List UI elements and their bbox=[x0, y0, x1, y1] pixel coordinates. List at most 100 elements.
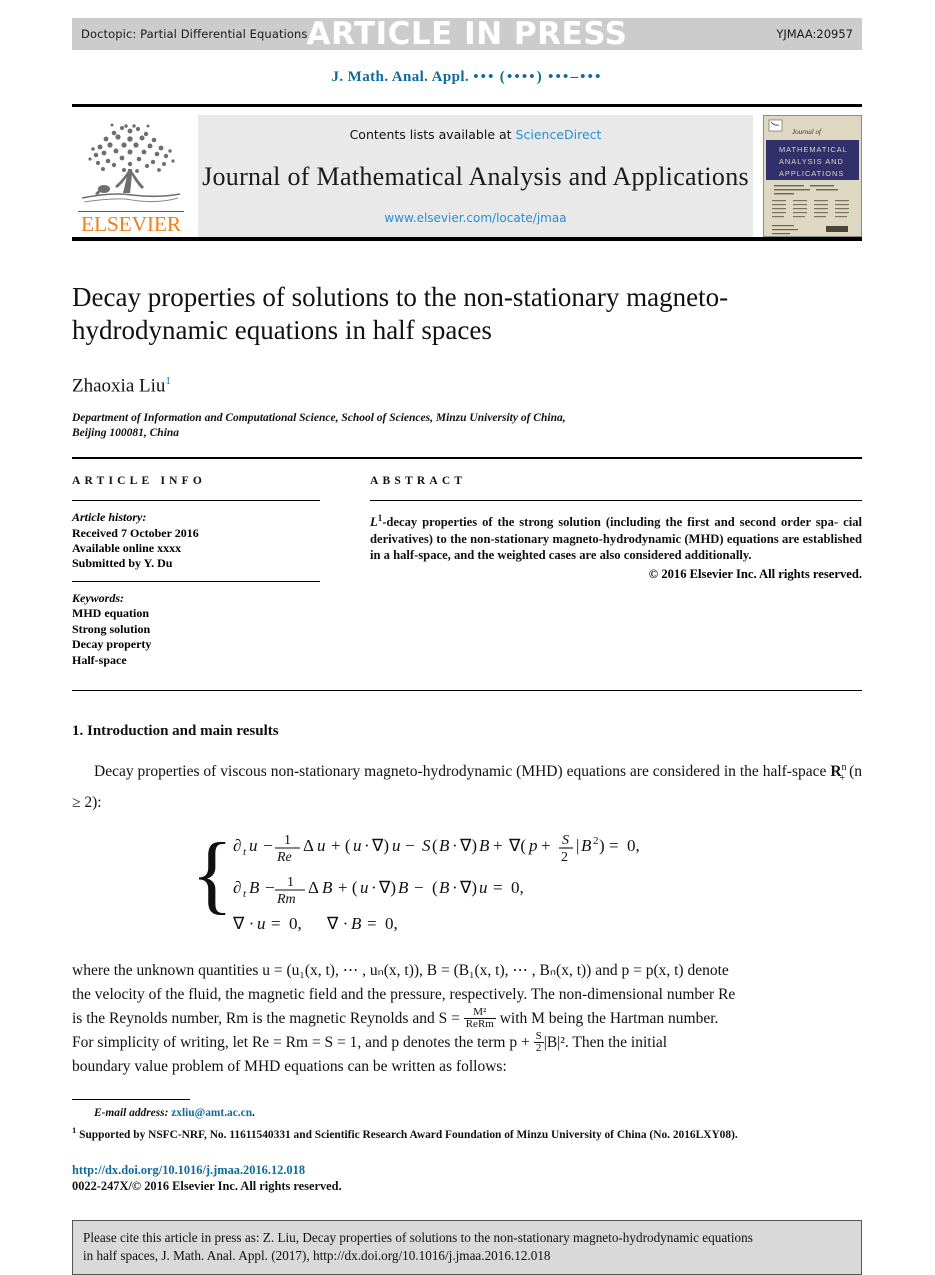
support-footnote-line-2: 2016LXY08). bbox=[672, 1129, 738, 1142]
email-period: . bbox=[252, 1107, 255, 1120]
intro-paragraph-2: where the unknown quantities u = (u₁(x, … bbox=[72, 959, 862, 1079]
svg-text:0,: 0, bbox=[511, 878, 524, 897]
journal-citation-line: J. Math. Anal. Appl. ••• (••••) •••–••• bbox=[72, 69, 862, 86]
volume-placeholder: ••• bbox=[473, 69, 496, 85]
article-info-heading: ARTICLE INFO bbox=[72, 474, 207, 487]
intro-p2-line-3a: is the Reynolds number, Rm is the magnet… bbox=[72, 1009, 464, 1027]
support-footnote-marker: 1 bbox=[72, 1125, 77, 1136]
section-heading-introduction: 1. Introduction and main results bbox=[72, 723, 279, 740]
S-fraction-denominator: ReRm bbox=[465, 1017, 494, 1030]
svg-text:=: = bbox=[271, 914, 281, 933]
svg-text:): ) bbox=[599, 836, 605, 855]
svg-text:Rm: Rm bbox=[276, 892, 296, 907]
body-top-rule bbox=[72, 689, 862, 692]
intro-p2-line-3: is the Reynolds number, Rm is the magnet… bbox=[72, 1006, 862, 1031]
elsevier-wordmark: ELSEVIER bbox=[78, 211, 184, 235]
svg-text:=: = bbox=[493, 878, 503, 897]
journal-title: Journal of Mathematical Analysis and App… bbox=[202, 161, 749, 191]
mhd-equation-system: { ∂ t u − 1 Re Δ u + ( u · ∇) u − S ( B bbox=[72, 825, 862, 943]
svg-text:0,: 0, bbox=[289, 914, 302, 933]
svg-text:MATHEMATICAL: MATHEMATICAL bbox=[779, 145, 848, 154]
intro-p2-line-2: the velocity of the fluid, the magnetic … bbox=[72, 985, 736, 1003]
running-head-bar: Doctopic: Partial Differential Equations… bbox=[72, 18, 862, 50]
svg-text:2: 2 bbox=[561, 850, 568, 865]
svg-text:|: | bbox=[576, 836, 579, 855]
svg-text:Δ: Δ bbox=[303, 836, 314, 855]
support-footnote: 1 Supported by NSFC-NRF, No. 11611540331… bbox=[72, 1123, 862, 1143]
svg-text:∇): ∇) bbox=[371, 836, 389, 855]
intro-paragraph-1: Decay properties of viscous non-stationa… bbox=[72, 762, 862, 811]
doi-link[interactable]: http://dx.doi.org/10.1016/j.jmaa.2016.12… bbox=[72, 1163, 862, 1178]
journal-homepage-link[interactable]: www.elsevier.com/locate/jmaa bbox=[198, 211, 753, 225]
issn-copyright: 0022-247X/© 2016 Elsevier Inc. All right… bbox=[72, 1179, 342, 1194]
journal-cover-thumbnail: Journal of MATHEMATICAL ANALYSIS AND APP… bbox=[763, 115, 862, 237]
svg-text:∇): ∇) bbox=[459, 836, 477, 855]
abstract-heading: ABSTRACT bbox=[370, 474, 467, 487]
author-footnote-marker[interactable]: 1 bbox=[165, 375, 171, 387]
svg-text:p: p bbox=[528, 836, 538, 855]
svg-text:B: B bbox=[479, 836, 490, 855]
S2-fraction-numerator: S bbox=[533, 1029, 544, 1043]
svg-text:u: u bbox=[257, 914, 266, 933]
svg-text:2: 2 bbox=[593, 835, 599, 847]
page-title: Decay properties of solutions to the non… bbox=[72, 282, 729, 345]
footnote-separator-rule bbox=[72, 1098, 190, 1101]
abstract-column: ABSTRACT L1-decay properties of the stro… bbox=[370, 475, 862, 668]
svg-text:B: B bbox=[398, 878, 409, 897]
svg-text:(: ( bbox=[432, 836, 438, 855]
svg-text:APPLICATIONS: APPLICATIONS bbox=[779, 169, 844, 178]
affiliation-line-1: Department of Information and Computatio… bbox=[72, 412, 566, 425]
journal-abbrev: J. Math. Anal. Appl. bbox=[331, 69, 470, 85]
svg-text:=: = bbox=[609, 836, 619, 855]
intro-p2-line-4b: |B|². Then the initial bbox=[543, 1033, 668, 1051]
svg-text:(: ( bbox=[432, 878, 438, 897]
svg-text:+: + bbox=[541, 836, 551, 855]
keywords-block: Keywords: MHD equation Strong solution D… bbox=[72, 591, 320, 668]
elsevier-logo: ELSEVIER bbox=[72, 115, 190, 237]
svg-text:−: − bbox=[265, 878, 275, 897]
svg-text:=: = bbox=[367, 914, 377, 933]
svg-text:B: B bbox=[322, 878, 333, 897]
masthead-center-panel: Contents lists available at ScienceDirec… bbox=[198, 115, 753, 237]
svg-text:B: B bbox=[439, 878, 450, 897]
svg-text:0,: 0, bbox=[385, 914, 398, 933]
svg-text:B: B bbox=[351, 914, 362, 933]
svg-text:S: S bbox=[422, 836, 431, 855]
svg-text:B: B bbox=[581, 836, 592, 855]
svg-text:u: u bbox=[360, 878, 369, 897]
svg-text:0,: 0, bbox=[627, 836, 640, 855]
svg-text:u: u bbox=[317, 836, 326, 855]
svg-text:t: t bbox=[243, 888, 247, 900]
email-link[interactable]: zxliu@amt.ac.cn bbox=[171, 1107, 252, 1119]
svg-text:S: S bbox=[562, 833, 569, 848]
svg-text:Re: Re bbox=[276, 850, 292, 865]
intro-p2-line-4a: For simplicity of writing, let Re = Rm =… bbox=[72, 1033, 534, 1051]
article-history-block: Article history: Received 7 October 2016… bbox=[72, 510, 320, 572]
submitted-by: Submitted by Y. Du bbox=[72, 556, 173, 571]
mhd-equations-svg: { ∂ t u − 1 Re Δ u + ( u · ∇) u − S ( B bbox=[191, 826, 640, 933]
svg-text:∇ ·: ∇ · bbox=[232, 914, 254, 933]
svg-text:B: B bbox=[249, 878, 260, 897]
sciencedirect-link[interactable]: ScienceDirect bbox=[516, 127, 602, 142]
svg-text:Δ: Δ bbox=[308, 878, 319, 897]
svg-text:u: u bbox=[392, 836, 401, 855]
svg-text:+ (: + ( bbox=[331, 836, 351, 855]
svg-text:·: · bbox=[364, 836, 370, 855]
svg-text:∇ ·: ∇ · bbox=[326, 914, 348, 933]
svg-text:∂: ∂ bbox=[233, 878, 241, 897]
support-footnote-line-1: Supported by NSFC-NRF, No. 11611540331 a… bbox=[79, 1129, 670, 1142]
svg-text:∂: ∂ bbox=[233, 836, 241, 855]
contents-lists-prefix: Contents lists available at bbox=[349, 127, 512, 142]
author-name: Zhaoxia Liu bbox=[72, 375, 166, 397]
journal-cover-art: Journal of MATHEMATICAL ANALYSIS AND APP… bbox=[764, 116, 861, 236]
keyword-item: Half-space bbox=[72, 652, 127, 667]
svg-text:∇): ∇) bbox=[459, 878, 477, 897]
year-placeholder: (••••) bbox=[499, 69, 544, 85]
cite-box-line-2: in half spaces, J. Math. Anal. Appl. (20… bbox=[83, 1248, 551, 1264]
keyword-item: Strong solution bbox=[72, 621, 151, 636]
S-fraction-numerator: M² bbox=[463, 1006, 496, 1019]
abstract-line-1: -decay properties of the strong solution… bbox=[382, 515, 839, 530]
info-abstract-row: ARTICLE INFO Article history: Received 7… bbox=[72, 475, 862, 668]
svg-text:t: t bbox=[243, 846, 247, 858]
svg-text:+: + bbox=[493, 836, 503, 855]
